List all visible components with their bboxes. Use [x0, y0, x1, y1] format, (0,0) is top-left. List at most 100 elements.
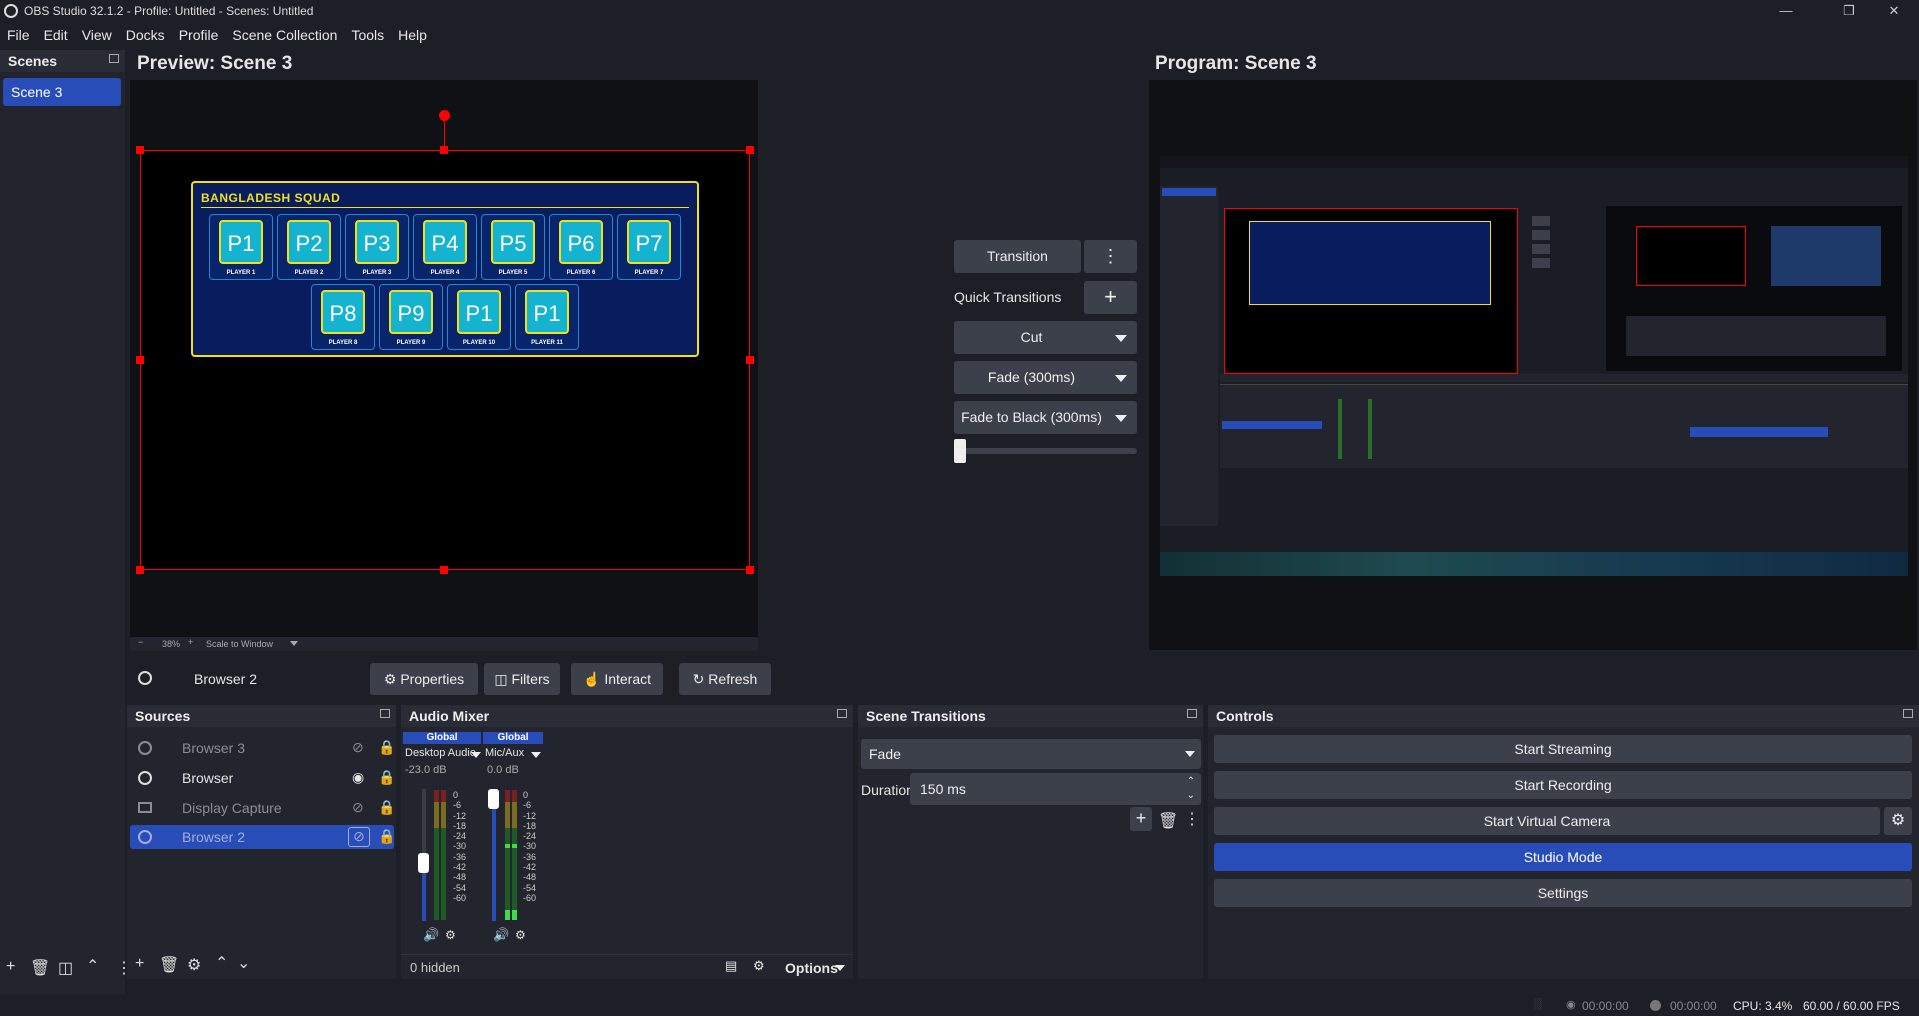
zoom-in-button[interactable]: + — [188, 637, 193, 647]
monitor-audio-icon[interactable]: ⚙ — [445, 928, 456, 942]
lock-icon[interactable]: 🔒 — [378, 739, 395, 756]
channel-name[interactable]: Desktop Audio — [405, 747, 476, 759]
scene-item[interactable]: Scene 3 — [3, 78, 121, 106]
dock-float-icon[interactable] — [380, 709, 390, 718]
studio-mode-button[interactable]: Studio Mode — [1214, 843, 1912, 871]
lock-icon[interactable]: 🔒 — [378, 769, 395, 786]
lock-icon[interactable]: 🔒 — [378, 799, 395, 816]
duration-spinbox[interactable]: 150 ms ⌃ ⌄ — [910, 773, 1201, 805]
transition-more-icon[interactable]: ⋮ — [1184, 809, 1200, 829]
chevron-down-icon[interactable] — [531, 752, 541, 758]
advanced-audio-icon[interactable]: ⚙ — [753, 958, 765, 974]
remove-source-button[interactable]: 🗑 — [159, 955, 179, 975]
transition-select[interactable]: Fade — [861, 739, 1201, 769]
tbar-slider-handle[interactable] — [954, 439, 966, 463]
source-row[interactable]: Browser ◉ 🔒 — [130, 766, 395, 790]
lock-icon[interactable]: 🔒 — [378, 828, 395, 845]
resize-handle[interactable] — [746, 566, 754, 574]
gear-icon: ⚙ — [383, 671, 397, 687]
maximize-button[interactable]: ❐ — [1826, 0, 1872, 22]
start-virtual-camera-button[interactable]: Start Virtual Camera — [1214, 807, 1880, 835]
transition-button[interactable]: Transition — [954, 240, 1081, 273]
resize-handle[interactable] — [746, 146, 754, 154]
source-name: Display Capture — [182, 800, 282, 816]
channel-db: 0.0 dB — [487, 764, 519, 776]
menu-tools[interactable]: Tools — [344, 22, 391, 48]
source-row[interactable]: Browser 3 ⊘ 🔒 — [130, 736, 395, 760]
menu-help[interactable]: Help — [391, 22, 434, 48]
chevron-down-icon[interactable] — [290, 641, 298, 646]
layout-toggle-icon[interactable]: ▤ — [725, 958, 737, 974]
add-transition-button[interactable]: + — [1130, 807, 1152, 831]
menu-edit[interactable]: Edit — [37, 22, 75, 48]
volume-slider-handle[interactable] — [418, 853, 429, 873]
channel-name[interactable]: Mic/Aux — [485, 747, 524, 759]
source-row-selected[interactable]: Browser 2 ⊘ 🔒 — [130, 825, 395, 849]
monitor-audio-icon[interactable]: ⚙ — [515, 928, 526, 942]
menu-scene-collection[interactable]: Scene Collection — [225, 22, 344, 48]
dock-float-icon[interactable] — [109, 54, 119, 63]
dock-float-icon[interactable] — [1187, 709, 1197, 718]
rotation-handle[interactable] — [439, 110, 450, 121]
dock-float-icon[interactable] — [1903, 709, 1913, 718]
eye-icon[interactable]: ◉ — [352, 769, 364, 786]
chevron-down-icon[interactable] — [835, 965, 845, 971]
player-card: P4 PLAYER 4 — [413, 214, 477, 280]
eye-hidden-icon[interactable]: ⊘ — [352, 739, 364, 756]
menu-docks[interactable]: Docks — [119, 22, 172, 48]
add-source-button[interactable]: + — [135, 955, 144, 973]
move-scene-up-icon[interactable]: ⌃ — [86, 956, 99, 976]
mixer-options-button[interactable]: Options — [785, 960, 838, 976]
resize-handle[interactable] — [136, 356, 144, 364]
add-scene-button[interactable]: + — [6, 958, 15, 976]
quick-transition-cut[interactable]: Cut — [954, 321, 1137, 354]
transition-more-icon[interactable]: ⋮ — [1084, 240, 1137, 273]
speaker-icon[interactable]: 🔊 — [493, 927, 509, 943]
virtual-camera-gear-icon[interactable]: ⚙ — [1884, 807, 1912, 835]
properties-button[interactable]: ⚙ Properties — [370, 663, 478, 695]
resize-handle[interactable] — [746, 356, 754, 364]
start-streaming-button[interactable]: Start Streaming — [1214, 735, 1912, 763]
scale-mode-select[interactable]: Scale to Window — [206, 639, 273, 649]
zoom-level: 38% — [162, 639, 181, 649]
menu-view[interactable]: View — [75, 22, 119, 48]
eye-hidden-icon[interactable]: ⊘ — [352, 799, 364, 816]
filters-button[interactable]: ◫ Filters — [484, 663, 560, 695]
resize-handle[interactable] — [136, 566, 144, 574]
preview-canvas[interactable]: BANGLADESH SQUAD P1 PLAYER 1 P2 PLAYER 2 P… — [130, 80, 758, 637]
tbar-slider-track[interactable] — [954, 448, 1137, 454]
remove-transition-icon[interactable]: 🗑 — [1158, 811, 1178, 831]
move-source-up-icon[interactable]: ⌃ — [215, 953, 228, 973]
eye-hidden-icon[interactable]: ⊘ — [348, 827, 370, 847]
speaker-icon[interactable]: 🔊 — [423, 927, 439, 943]
source-row[interactable]: Display Capture ⊘ 🔒 — [130, 796, 395, 820]
refresh-button[interactable]: ↻ Refresh — [679, 663, 771, 695]
interact-button[interactable]: ☝ Interact — [571, 663, 663, 695]
zoom-out-button[interactable]: − — [138, 637, 143, 647]
source-properties-gear-icon[interactable]: ⚙ — [187, 955, 201, 975]
volume-slider-handle[interactable] — [488, 789, 499, 809]
source-name: Browser 2 — [182, 829, 246, 845]
resize-handle[interactable] — [440, 566, 448, 574]
quick-transition-fade-to-black[interactable]: Fade to Black (300ms) — [954, 401, 1137, 434]
start-recording-button[interactable]: Start Recording — [1214, 771, 1912, 799]
nested-program-output — [1771, 226, 1881, 286]
dock-float-icon[interactable] — [837, 709, 847, 718]
settings-button[interactable]: Settings — [1214, 879, 1912, 907]
nested-program-preview — [1636, 226, 1746, 286]
meter-level — [512, 844, 517, 848]
spin-down-icon[interactable]: ⌄ — [1187, 791, 1195, 801]
scene-filters-icon[interactable]: ◫ — [58, 958, 73, 978]
remove-scene-button[interactable]: 🗑 — [30, 958, 50, 978]
chevron-down-icon[interactable] — [471, 752, 481, 758]
move-source-down-icon[interactable]: ⌄ — [237, 953, 250, 973]
minimize-button[interactable]: — — [1763, 0, 1809, 22]
add-quick-transition-button[interactable]: + — [1084, 281, 1137, 314]
menu-profile[interactable]: Profile — [172, 22, 226, 48]
resize-handle[interactable] — [136, 146, 144, 154]
menu-file[interactable]: File — [0, 22, 37, 48]
resize-handle[interactable] — [440, 146, 448, 154]
close-button[interactable]: ✕ — [1871, 0, 1917, 22]
quick-transition-fade[interactable]: Fade (300ms) — [954, 361, 1137, 394]
spin-up-icon[interactable]: ⌃ — [1187, 777, 1195, 787]
